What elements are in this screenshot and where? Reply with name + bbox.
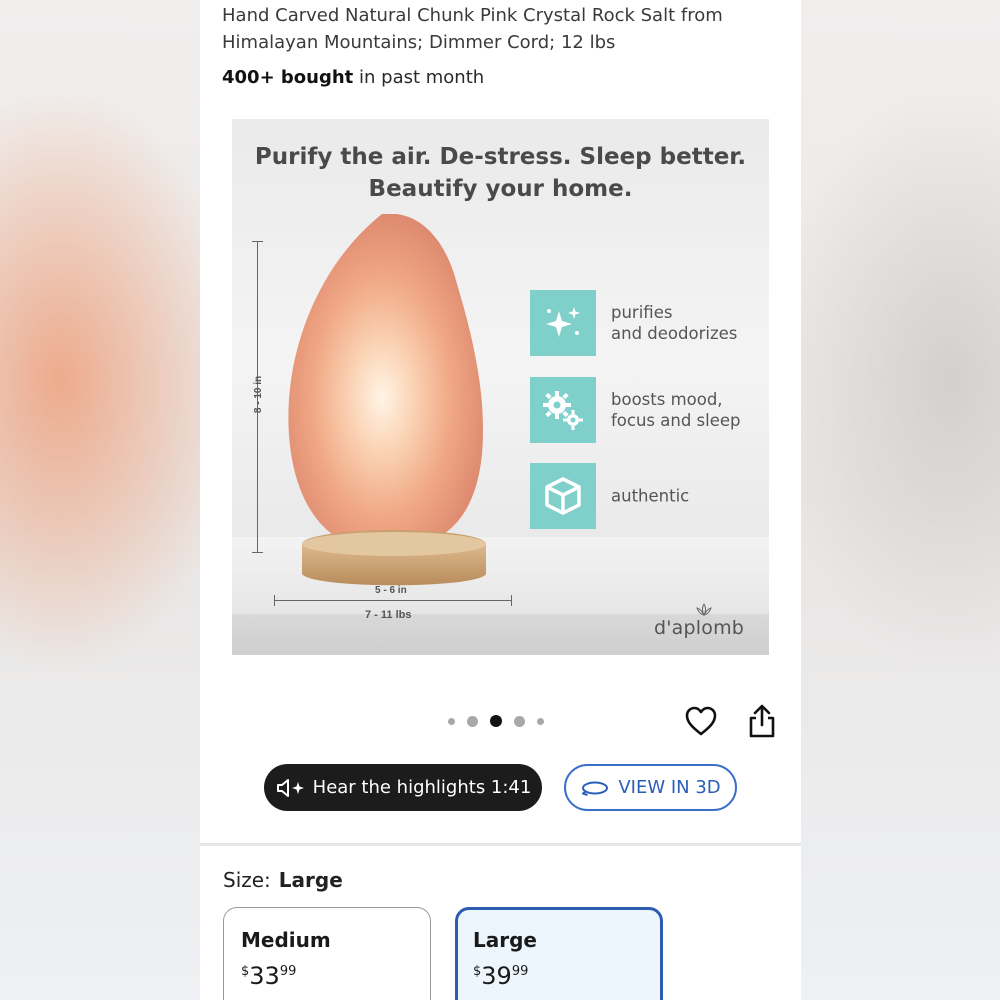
- weight-label: 7 - 11 lbs: [365, 609, 412, 621]
- section-divider: [200, 843, 801, 846]
- view-in-3d-button[interactable]: VIEW IN 3D: [564, 764, 737, 811]
- hear-highlights-button[interactable]: Hear the highlights 1:41: [264, 764, 542, 811]
- size-option-price: $3999: [473, 962, 528, 990]
- feature-text: purifies and deodorizes: [611, 302, 737, 344]
- price-whole: 39: [481, 962, 512, 990]
- feature-text-line1: boosts mood,: [611, 390, 723, 409]
- carousel-dot[interactable]: [448, 717, 455, 725]
- cube-icon: [530, 463, 596, 529]
- image-headline: Purify the air. De-stress. Sleep better.…: [232, 141, 769, 205]
- salt-lamp-image: [288, 214, 486, 586]
- size-option-medium[interactable]: Medium $3399: [223, 907, 431, 1000]
- size-option-name: Medium: [241, 928, 331, 952]
- carousel-dot[interactable]: [514, 715, 525, 727]
- product-page: Hand Carved Natural Chunk Pink Crystal R…: [200, 0, 801, 1000]
- product-title-line2: Himalayan Mountains; Dimmer Cord; 12 lbs: [222, 32, 616, 53]
- gears-icon: [530, 377, 596, 443]
- product-image[interactable]: Purify the air. De-stress. Sleep better.…: [232, 119, 769, 655]
- product-title: Hand Carved Natural Chunk Pink Crystal R…: [222, 2, 782, 56]
- product-title-line1: Hand Carved Natural Chunk Pink Crystal R…: [222, 5, 723, 26]
- size-heading: Size: Large: [223, 868, 343, 892]
- price-cents: 99: [279, 964, 297, 979]
- size-option-name: Large: [473, 928, 537, 952]
- carousel-dot[interactable]: [467, 715, 478, 727]
- lotus-logo-icon: [696, 603, 712, 617]
- share-icon[interactable]: [747, 703, 777, 739]
- feature-text: boosts mood, focus and sleep: [611, 389, 741, 431]
- brand-logo: d'aplomb: [654, 617, 745, 639]
- bought-count-rest: in past month: [353, 67, 485, 88]
- bought-count-bold: 400+ bought: [222, 67, 354, 88]
- image-headline-line1: Purify the air. De-stress. Sleep better.: [254, 144, 747, 170]
- feature-authentic: authentic: [530, 463, 760, 529]
- width-dimension-line: [274, 595, 512, 606]
- size-option-large[interactable]: Large $3999: [455, 907, 663, 1000]
- carousel-dot-active[interactable]: [490, 715, 502, 727]
- price-whole: 33: [249, 962, 280, 990]
- rotate-3d-icon: [582, 781, 609, 796]
- feature-text-line1: authentic: [611, 486, 690, 506]
- feature-text: authentic: [611, 486, 689, 507]
- heart-icon[interactable]: [684, 704, 718, 738]
- sparkles-icon: [530, 290, 596, 356]
- height-label: 8 - 10 in: [253, 375, 265, 414]
- feature-text-line1: purifies: [611, 303, 673, 322]
- bought-count: 400+ bought in past month: [222, 67, 484, 88]
- feature-mood: boosts mood, focus and sleep: [530, 377, 760, 443]
- size-selected-value: Large: [278, 868, 343, 892]
- feature-text-line2: focus and sleep: [611, 411, 741, 430]
- view-in-3d-label: VIEW IN 3D: [618, 777, 721, 798]
- speaker-sparkle-icon: [276, 778, 304, 797]
- hear-highlights-label: Hear the highlights 1:41: [312, 777, 532, 798]
- size-option-price: $3399: [241, 962, 296, 990]
- image-headline-line2: Beautify your home.: [368, 176, 633, 202]
- carousel-dots: [448, 714, 544, 728]
- carousel-dot[interactable]: [537, 717, 544, 725]
- feature-purifies: purifies and deodorizes: [530, 290, 760, 356]
- size-heading-label: Size:: [223, 868, 271, 892]
- price-cents: 99: [511, 964, 529, 979]
- feature-text-line2: and deodorizes: [611, 324, 738, 343]
- width-label: 5 - 6 in: [375, 585, 407, 596]
